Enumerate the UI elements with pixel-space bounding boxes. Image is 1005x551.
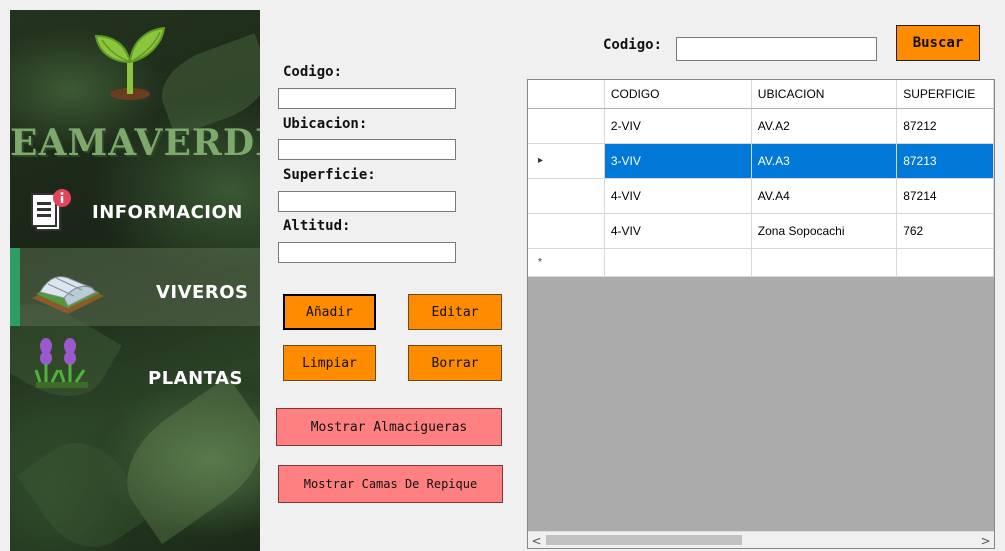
cell-superficie[interactable]: 762 [896,213,994,249]
cell-superficie[interactable]: 87212 [896,108,994,144]
nav-item-plantas[interactable]: PLANTAS [10,330,260,408]
codigo-input[interactable] [278,88,456,109]
cell-ubicacion[interactable]: AV.A4 [751,178,898,214]
mostrar-camas-button[interactable]: Mostrar Camas De Repique [278,465,503,503]
table-row-selected[interactable]: ▸ 3-VIV AV.A3 87213 [528,143,994,179]
cell-superficie[interactable]: 87214 [896,178,994,214]
nav-label-viveros: VIVEROS [156,282,249,303]
altitud-input[interactable] [278,242,456,263]
horizontal-scrollbar[interactable]: < > [528,531,994,548]
sidebar: EAMAVERDE INFORMACION VIVEROS PLANTAS [10,10,260,551]
anadir-button[interactable]: Añadir [283,294,376,330]
leaf-decoration [16,424,154,551]
cell-ubicacion[interactable]: AV.A2 [751,108,898,144]
nav-item-informacion[interactable]: INFORMACION [10,176,260,254]
document-info-icon [31,189,71,231]
table-row[interactable]: 4-VIV Zona Sopocachi 762 [528,213,994,249]
grid-header-row: CODIGO UBICACION SUPERFICIE [528,80,994,109]
table-row[interactable]: 4-VIV AV.A4 87214 [528,178,994,214]
cell-codigo[interactable]: 3-VIV [604,143,752,179]
limpiar-button[interactable]: Limpiar [283,345,376,381]
column-header-superficie[interactable]: SUPERFICIE [896,80,994,109]
cell-codigo[interactable]: 4-VIV [604,178,752,214]
lavender-plants-icon [34,338,88,388]
row-header[interactable] [528,178,605,214]
cell-ubicacion[interactable]: Zona Sopocachi [751,213,898,249]
cell-ubicacion[interactable]: AV.A3 [751,143,898,179]
nav-label-plantas: PLANTAS [148,368,243,389]
ubicacion-label: Ubicacion: [283,116,368,132]
ubicacion-input[interactable] [278,139,456,160]
column-header-ubicacion[interactable]: UBICACION [751,80,898,109]
app-logo-title: EAMAVERDE [10,122,260,164]
row-header[interactable] [528,108,605,144]
mostrar-almacigueras-button[interactable]: Mostrar Almacigueras [276,408,502,446]
new-cell-superficie[interactable] [896,248,994,277]
new-row[interactable]: * [528,248,994,277]
cell-codigo[interactable]: 4-VIV [604,213,752,249]
buscar-button[interactable]: Buscar [896,25,980,61]
new-row-marker-icon[interactable]: * [528,248,605,277]
codigo-label: Codigo: [283,64,343,80]
editar-button[interactable]: Editar [408,294,502,330]
greenhouse-icon [32,276,104,314]
superficie-input[interactable] [278,191,456,212]
cell-codigo[interactable]: 2-VIV [604,108,752,144]
borrar-button[interactable]: Borrar [408,345,502,381]
search-input[interactable] [676,37,877,61]
row-header[interactable] [528,213,605,249]
new-cell-codigo[interactable] [604,248,752,277]
table-row[interactable]: 2-VIV AV.A2 87212 [528,108,994,144]
current-row-marker-icon[interactable]: ▸ [528,143,605,179]
sprout-logo-icon [94,26,166,100]
grid-corner-cell[interactable] [528,80,605,109]
grid-table: CODIGO UBICACION SUPERFICIE 2-VIV AV.A2 … [528,80,994,277]
new-cell-ubicacion[interactable] [751,248,898,277]
nav-label-informacion: INFORMACION [92,202,243,223]
nav-item-viveros[interactable]: VIVEROS [10,248,260,326]
column-header-codigo[interactable]: CODIGO [604,80,752,109]
altitud-label: Altitud: [283,218,351,234]
viveros-data-grid[interactable]: CODIGO UBICACION SUPERFICIE 2-VIV AV.A2 … [527,79,995,549]
search-label: Codigo: [603,37,663,53]
scrollbar-thumb[interactable] [546,535,742,545]
cell-superficie[interactable]: 87213 [896,143,994,179]
scroll-left-icon[interactable]: < [528,532,545,548]
superficie-label: Superficie: [283,167,376,183]
scroll-right-icon[interactable]: > [977,532,994,548]
